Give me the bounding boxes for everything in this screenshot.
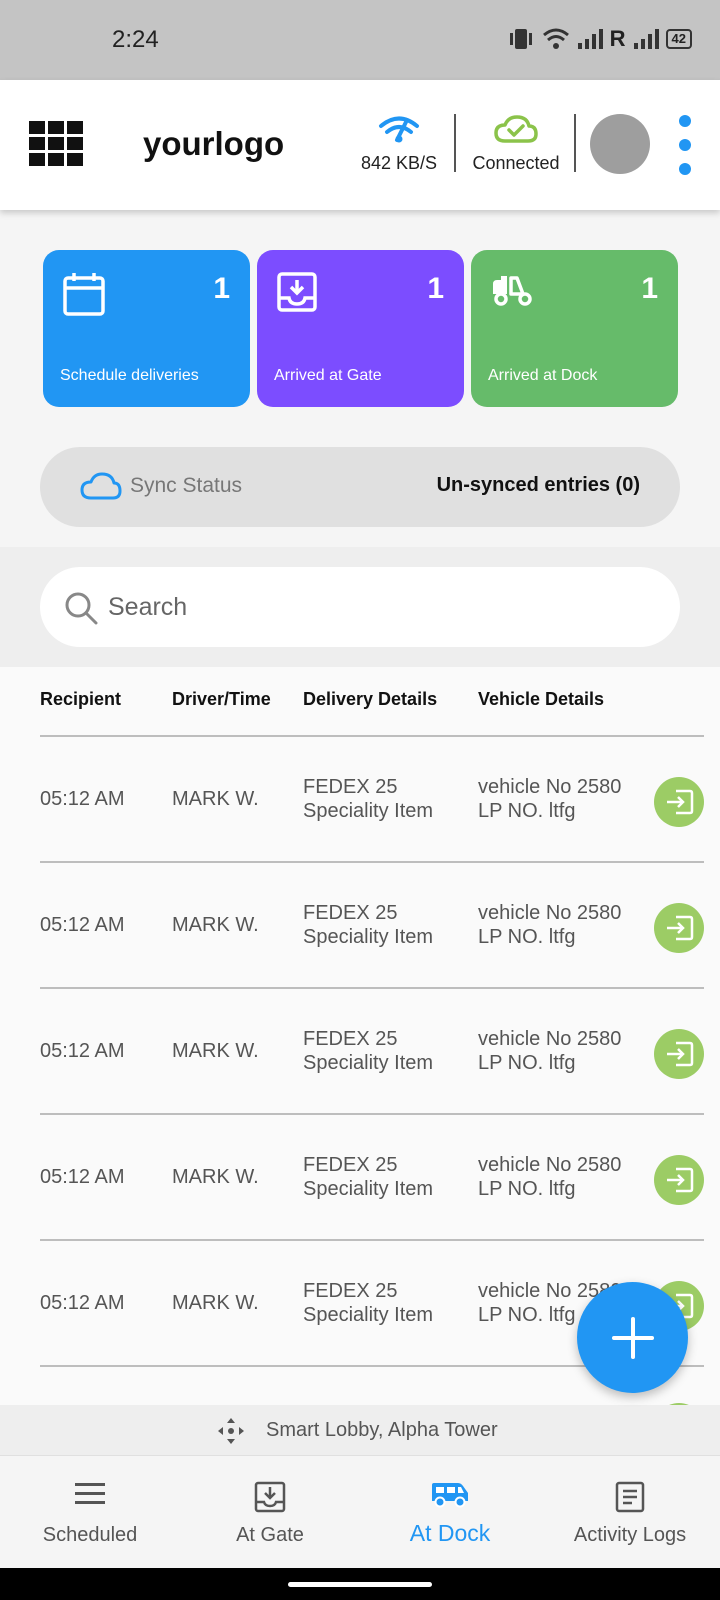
nav-label: Activity Logs xyxy=(573,1524,687,1546)
stat-count: 1 xyxy=(427,272,444,305)
cell-delivery: FEDEX 25 Speciality Item xyxy=(303,1028,434,1074)
search-section xyxy=(0,547,720,667)
network-speed: 842 KB/S xyxy=(356,114,442,174)
column-header: Vehicle Details xyxy=(478,689,605,709)
inbox-download-icon xyxy=(180,1481,360,1513)
inbox-download-icon xyxy=(277,272,317,317)
cell-time: 05:12 AM xyxy=(40,1292,125,1314)
cell-driver: MARK W. xyxy=(172,1040,259,1062)
connection-status: Connected xyxy=(468,114,564,174)
avatar[interactable] xyxy=(590,114,650,174)
login-icon xyxy=(667,1167,694,1193)
plus-icon xyxy=(611,1316,654,1359)
cell-delivery: FEDEX 25 Speciality Item xyxy=(303,1154,434,1200)
search-input[interactable] xyxy=(108,587,648,627)
wifi-icon xyxy=(542,28,569,49)
status-time: 2:24 xyxy=(112,26,159,53)
signal-icon-2 xyxy=(633,29,659,49)
bottom-nav: Scheduled At Gate At Dock Activity Logs xyxy=(0,1455,720,1568)
cell-delivery: FEDEX 25 Speciality Item xyxy=(303,1280,434,1326)
nav-label: Scheduled xyxy=(42,1524,138,1546)
cloud-icon xyxy=(80,471,122,506)
stat-count: 1 xyxy=(213,272,230,305)
stat-label: Arrived at Gate xyxy=(274,367,382,384)
home-indicator[interactable] xyxy=(288,1582,432,1587)
stat-label: Arrived at Dock xyxy=(488,367,598,384)
check-in-button[interactable] xyxy=(654,1029,704,1079)
cell-time: 05:12 AM xyxy=(40,914,125,936)
cell-vehicle: vehicle No 2580 LP NO. ltfg xyxy=(478,1154,622,1200)
cell-driver: MARK W. xyxy=(172,788,259,810)
check-in-button[interactable] xyxy=(654,1155,704,1205)
nav-item-at-dock[interactable]: At Dock xyxy=(360,1456,540,1569)
app-logo: yourlogo xyxy=(143,125,285,162)
truck-icon xyxy=(360,1481,540,1509)
nav-label: At Dock xyxy=(409,1520,491,1546)
cell-driver: MARK W. xyxy=(172,914,259,936)
stat-count: 1 xyxy=(641,272,658,305)
cell-vehicle: vehicle No 2580 LP NO. ltfg xyxy=(478,1028,622,1074)
battery-indicator: 42 xyxy=(665,29,692,49)
location-move-icon xyxy=(216,1416,246,1451)
vibrate-icon xyxy=(509,29,532,49)
location-label: Smart Lobby, Alpha Tower xyxy=(266,1419,498,1441)
cell-delivery: FEDEX 25 Speciality Item xyxy=(303,776,434,822)
app-header: yourlogo 842 KB/S Connected xyxy=(0,80,720,210)
more-menu-icon[interactable] xyxy=(678,115,692,175)
table-row[interactable]: 05:12 AM MARK W. FEDEX 25 Speciality Item… xyxy=(0,863,720,987)
column-header: Driver/Time xyxy=(172,689,271,709)
document-icon xyxy=(540,1481,720,1513)
status-icons: R 42 xyxy=(506,26,692,52)
unsynced-count: Un-synced entries (0) xyxy=(436,474,640,496)
cell-vehicle: vehicle No 2580 LP NO. ltfg xyxy=(478,902,622,948)
header-divider xyxy=(454,114,456,172)
header-divider-2 xyxy=(574,114,576,172)
stat-label: Schedule deliveries xyxy=(60,367,199,384)
roaming-indicator: R xyxy=(609,26,626,51)
status-bar: 2:24 R 42 xyxy=(0,0,720,80)
table-header: Recipient Driver/Time Delivery Details V… xyxy=(0,667,720,737)
sync-status-bar[interactable]: Sync Status Un-synced entries (0) xyxy=(40,447,680,527)
table-row[interactable]: 05:12 AM MARK W. FEDEX 25 Speciality Item… xyxy=(0,989,720,1113)
login-icon xyxy=(667,789,694,815)
check-in-button[interactable] xyxy=(654,903,704,953)
truck-icon xyxy=(491,272,535,313)
menu-icon xyxy=(0,1481,180,1507)
nav-item-at-gate[interactable]: At Gate xyxy=(180,1456,360,1569)
network-speed-label: 842 KB/S xyxy=(360,153,438,173)
check-in-button[interactable] xyxy=(654,777,704,827)
column-header: Delivery Details xyxy=(303,689,438,709)
cloud-check-icon xyxy=(494,115,538,143)
wifi-speed-icon xyxy=(379,116,419,143)
search-icon xyxy=(64,591,98,630)
apps-grid-icon[interactable] xyxy=(29,121,87,167)
nav-label: At Gate xyxy=(236,1524,304,1546)
cell-time: 05:12 AM xyxy=(40,788,125,810)
signal-icon xyxy=(577,29,603,49)
nav-item-activity-logs[interactable]: Activity Logs xyxy=(540,1456,720,1569)
stat-card-dock[interactable]: 1 Arrived at Dock xyxy=(471,250,678,407)
cell-vehicle: vehicle No 2580 LP NO. ltfg xyxy=(478,776,622,822)
cell-driver: MARK W. xyxy=(172,1166,259,1188)
gesture-bar xyxy=(0,1568,720,1600)
login-icon xyxy=(667,915,694,941)
cell-time: 05:12 AM xyxy=(40,1040,125,1062)
location-bar: Smart Lobby, Alpha Tower xyxy=(0,1405,720,1455)
cell-time: 05:12 AM xyxy=(40,1166,125,1188)
table-row[interactable]: 05:12 AM MARK W. FEDEX 25 Speciality Item… xyxy=(0,1115,720,1239)
login-icon xyxy=(667,1041,694,1067)
sync-status-label: Sync Status xyxy=(130,474,243,497)
cell-driver: MARK W. xyxy=(172,1292,259,1314)
search-box[interactable] xyxy=(40,567,680,647)
connection-status-label: Connected xyxy=(472,153,560,173)
cell-delivery: FEDEX 25 Speciality Item xyxy=(303,902,434,948)
nav-item-scheduled[interactable]: Scheduled xyxy=(0,1456,180,1569)
add-entry-button[interactable] xyxy=(577,1282,688,1393)
column-header: Recipient xyxy=(40,689,122,709)
table-row[interactable]: 05:12 AM MARK W. FEDEX 25 Speciality Item… xyxy=(0,737,720,861)
calendar-icon xyxy=(63,272,105,321)
stat-card-scheduled[interactable]: 1 Schedule deliveries xyxy=(43,250,250,407)
stat-card-gate[interactable]: 1 Arrived at Gate xyxy=(257,250,464,407)
